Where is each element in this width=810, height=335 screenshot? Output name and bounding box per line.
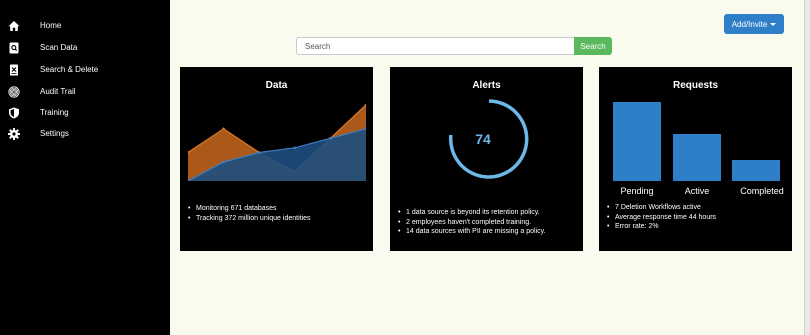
list-item: Tracking 372 million unique identities xyxy=(188,214,311,224)
sidebar-item-scan-data[interactable]: Scan Data xyxy=(0,38,170,58)
series-0-point-1 xyxy=(222,127,225,131)
search-input[interactable] xyxy=(296,37,575,55)
series-1-point-4 xyxy=(329,137,332,140)
list-item: Average response time 44 hours xyxy=(607,213,716,223)
data-bullet-list: Monitoring 671 databases Tracking 372 mi… xyxy=(188,204,311,223)
sidebar-item-search-delete[interactable]: Search & Delete xyxy=(0,60,170,80)
bar-pending xyxy=(613,102,661,181)
shield-icon xyxy=(8,107,20,119)
data-card-title: Data xyxy=(265,80,288,91)
sidebar-item-label: Settings xyxy=(40,129,69,138)
list-item: 14 data sources with PII are missing a p… xyxy=(398,227,546,237)
sidebar: Home Scan Data Search & Delete Audit Tra… xyxy=(0,0,170,335)
bar-label-pending: Pending xyxy=(620,186,654,196)
sidebar-item-training[interactable]: Training xyxy=(0,103,170,123)
chevron-down-icon xyxy=(770,23,777,26)
list-item: 7 Deletion Workflows active xyxy=(607,203,716,213)
sidebar-item-label: Search & Delete xyxy=(40,65,99,74)
window-edge xyxy=(804,0,810,335)
search-button[interactable]: Search xyxy=(574,37,612,55)
data-area-chart xyxy=(188,103,366,181)
alerts-card: Alerts 1 data source is beyond its reten… xyxy=(390,67,583,251)
list-item: Error rate: 2% xyxy=(607,222,716,232)
alerts-gauge-value: 74 xyxy=(475,131,491,147)
bar-label-active: Active xyxy=(684,186,710,196)
alerts-gauge xyxy=(448,99,529,179)
sidebar-item-audit-trail[interactable]: Audit Trail xyxy=(0,82,170,102)
list-item: 2 employees haven't completed training. xyxy=(398,218,546,228)
list-item: 1 data source is beyond its retention po… xyxy=(398,208,546,218)
series-1-point-1 xyxy=(222,160,225,164)
series-1-point-3 xyxy=(293,146,297,150)
series-1-point-2 xyxy=(257,151,261,154)
list-item: Monitoring 671 databases xyxy=(188,204,311,214)
sidebar-item-settings[interactable]: Settings xyxy=(0,124,170,144)
sidebar-item-label: Scan Data xyxy=(40,43,78,52)
requests-bullet-list: 7 Deletion Workflows active Average resp… xyxy=(607,203,716,232)
sidebar-item-label: Audit Trail xyxy=(40,87,76,96)
home-icon xyxy=(8,20,20,32)
data-card: Data Monitoring 671 databases Tracking 3… xyxy=(180,67,373,251)
bar-completed xyxy=(732,160,780,181)
alerts-card-title: Alerts xyxy=(472,80,501,91)
bar-label-completed: Completed xyxy=(740,186,784,196)
add-invite-label: Add/Invite xyxy=(731,19,768,29)
add-invite-button[interactable]: Add/Invite xyxy=(724,14,784,34)
gear-icon xyxy=(8,128,20,140)
sidebar-item-home[interactable]: Home xyxy=(0,16,170,36)
trash-icon xyxy=(8,64,20,76)
sidebar-item-label: Training xyxy=(40,108,69,117)
alerts-bullet-list: 1 data source is beyond its retention po… xyxy=(398,208,546,237)
bar-active xyxy=(673,133,721,181)
requests-card-title: Requests xyxy=(672,80,718,91)
fingerprint-icon xyxy=(8,86,20,98)
scan-icon xyxy=(8,42,20,54)
sidebar-item-label: Home xyxy=(40,21,62,30)
